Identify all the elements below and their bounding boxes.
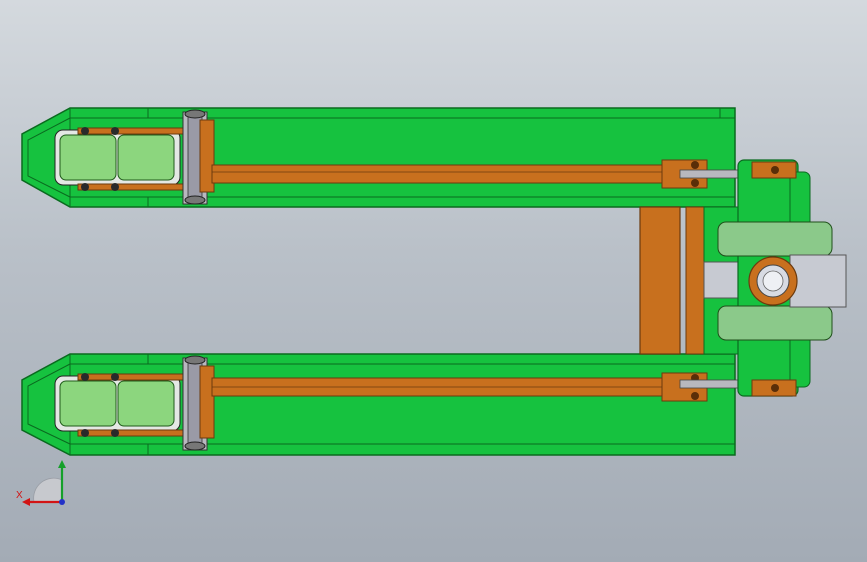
upper-push-rod [211, 164, 683, 184]
upper-fork[interactable] [21, 107, 746, 208]
cad-graphics-viewport[interactable]: X Y [0, 0, 867, 562]
upper-roller-1 [59, 134, 117, 181]
upper-load-rollers [54, 129, 181, 186]
lower-steer-wheel [717, 305, 833, 341]
pallet-truck-model[interactable] [0, 0, 867, 562]
upper-roller-2 [117, 134, 175, 181]
lower-fork[interactable] [21, 353, 746, 456]
z-axis-dot [59, 499, 65, 505]
lower-roller-2 [117, 380, 175, 427]
lower-roller-1 [59, 380, 117, 427]
upper-steer-wheel [717, 221, 833, 257]
lower-load-rollers [54, 375, 181, 432]
coordinate-triad: X Y [16, 460, 66, 506]
x-axis-label: X [16, 490, 23, 501]
